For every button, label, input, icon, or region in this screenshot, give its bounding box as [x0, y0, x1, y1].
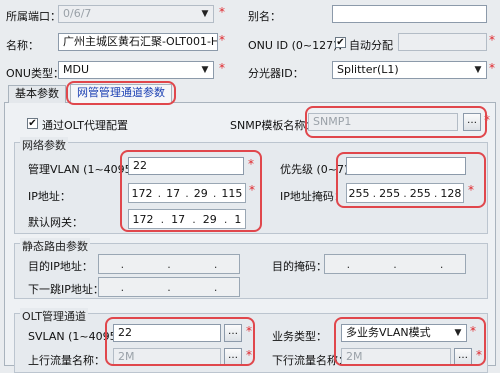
dest-mask-label: 目的掩码： — [272, 260, 327, 273]
service-type-highlight — [334, 317, 486, 366]
name-label: 名称： — [6, 39, 39, 52]
onuid-label: ONU ID (0~127)： — [248, 39, 349, 52]
ip-settings-highlight — [120, 150, 262, 232]
static-route-title: 静态路由参数 — [20, 238, 90, 254]
dest-ip-input[interactable]: ... — [98, 254, 240, 274]
splitter-label: 分光器ID： — [248, 67, 304, 80]
splitter-select[interactable]: Splitter(L1) ▼ — [332, 61, 487, 79]
dest-mask-input[interactable]: ... — [324, 254, 466, 274]
auto-assign-checkbox[interactable]: ✔ — [335, 37, 346, 48]
splitter-value: Splitter(L1) — [337, 63, 399, 76]
next-hop-label: 下一跳IP地址： — [28, 283, 104, 296]
port-value: 0/6/7 — [63, 7, 92, 20]
name-input[interactable]: 广州主城区黄石汇聚-OLT001-HW- — [58, 33, 218, 51]
onutype-label: ONU类型： — [6, 67, 64, 80]
onutype-value: MDU — [63, 63, 90, 76]
ip-label: IP地址： — [28, 190, 71, 203]
snmp-highlight — [305, 106, 487, 138]
auto-assign-label: 自动分配 — [349, 39, 393, 52]
snmp-label: SNMP模板名称： — [230, 119, 317, 132]
tab-basic-params[interactable]: 基本参数 — [8, 85, 66, 103]
required-marker: * — [489, 61, 495, 75]
olt-proxy-checkbox[interactable]: ✔ — [27, 118, 38, 129]
port-label: 所属端口： — [6, 10, 61, 23]
mask-highlight — [336, 152, 486, 208]
required-marker: * — [219, 33, 225, 47]
gateway-label: 默认网关： — [28, 216, 83, 229]
chevron-down-icon: ▼ — [201, 65, 209, 75]
network-params-title: 网络参数 — [20, 137, 68, 153]
required-marker: * — [489, 33, 495, 47]
alias-input[interactable] — [332, 5, 487, 23]
service-type-label: 业务类型： — [272, 330, 327, 343]
tab-highlight — [66, 81, 176, 105]
required-marker: * — [219, 61, 225, 75]
olt-mgmt-title: OLT管理通道 — [20, 308, 88, 324]
dest-ip-label: 目的IP地址： — [28, 260, 93, 273]
required-marker: * — [219, 5, 225, 19]
chevron-down-icon: ▼ — [201, 9, 209, 19]
olt-proxy-label: 通过OLT代理配置 — [42, 119, 128, 132]
svlan-highlight — [105, 317, 255, 366]
port-select[interactable]: 0/6/7 ▼ — [58, 5, 214, 23]
chevron-down-icon: ▼ — [474, 65, 482, 75]
alias-label: 别名： — [248, 10, 281, 23]
onuid-input[interactable] — [398, 33, 487, 51]
next-hop-input[interactable]: ... — [98, 277, 240, 297]
onutype-select[interactable]: MDU ▼ — [58, 61, 214, 79]
